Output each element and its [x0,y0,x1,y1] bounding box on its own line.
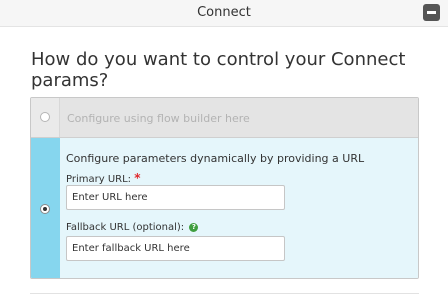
fallback-url-label-text: Fallback URL (optional): [66,222,185,233]
option-rail [31,98,60,137]
option-flow-builder-label: Configure using flow builder here [67,112,250,125]
control-options-panel: Configure using flow builder here Config… [30,97,419,279]
required-asterisk: * [134,171,141,185]
radio-selected-dot [43,207,47,211]
divider [30,293,419,294]
primary-url-input[interactable] [66,185,285,210]
fallback-url-input[interactable] [66,236,285,261]
primary-url-label: Primary URL: * [66,171,141,185]
window-title: Connect [197,5,251,20]
page-question: How do you want to control your Connect … [31,49,406,91]
option-dynamic-url-label: Configure parameters dynamically by prov… [66,152,365,165]
option-rail-selected [31,138,60,278]
option-flow-builder[interactable]: Configure using flow builder here [31,98,418,138]
primary-url-label-text: Primary URL: [66,174,132,185]
fallback-url-label: Fallback URL (optional): ? [66,222,199,233]
radio-dynamic-url[interactable] [40,204,50,214]
option-dynamic-url[interactable]: Configure parameters dynamically by prov… [31,138,418,278]
radio-flow-builder[interactable] [40,112,50,122]
help-icon[interactable]: ? [189,223,199,232]
title-bar: Connect [0,0,448,27]
minus-glyph [427,11,436,14]
close-icon[interactable] [423,4,440,21]
